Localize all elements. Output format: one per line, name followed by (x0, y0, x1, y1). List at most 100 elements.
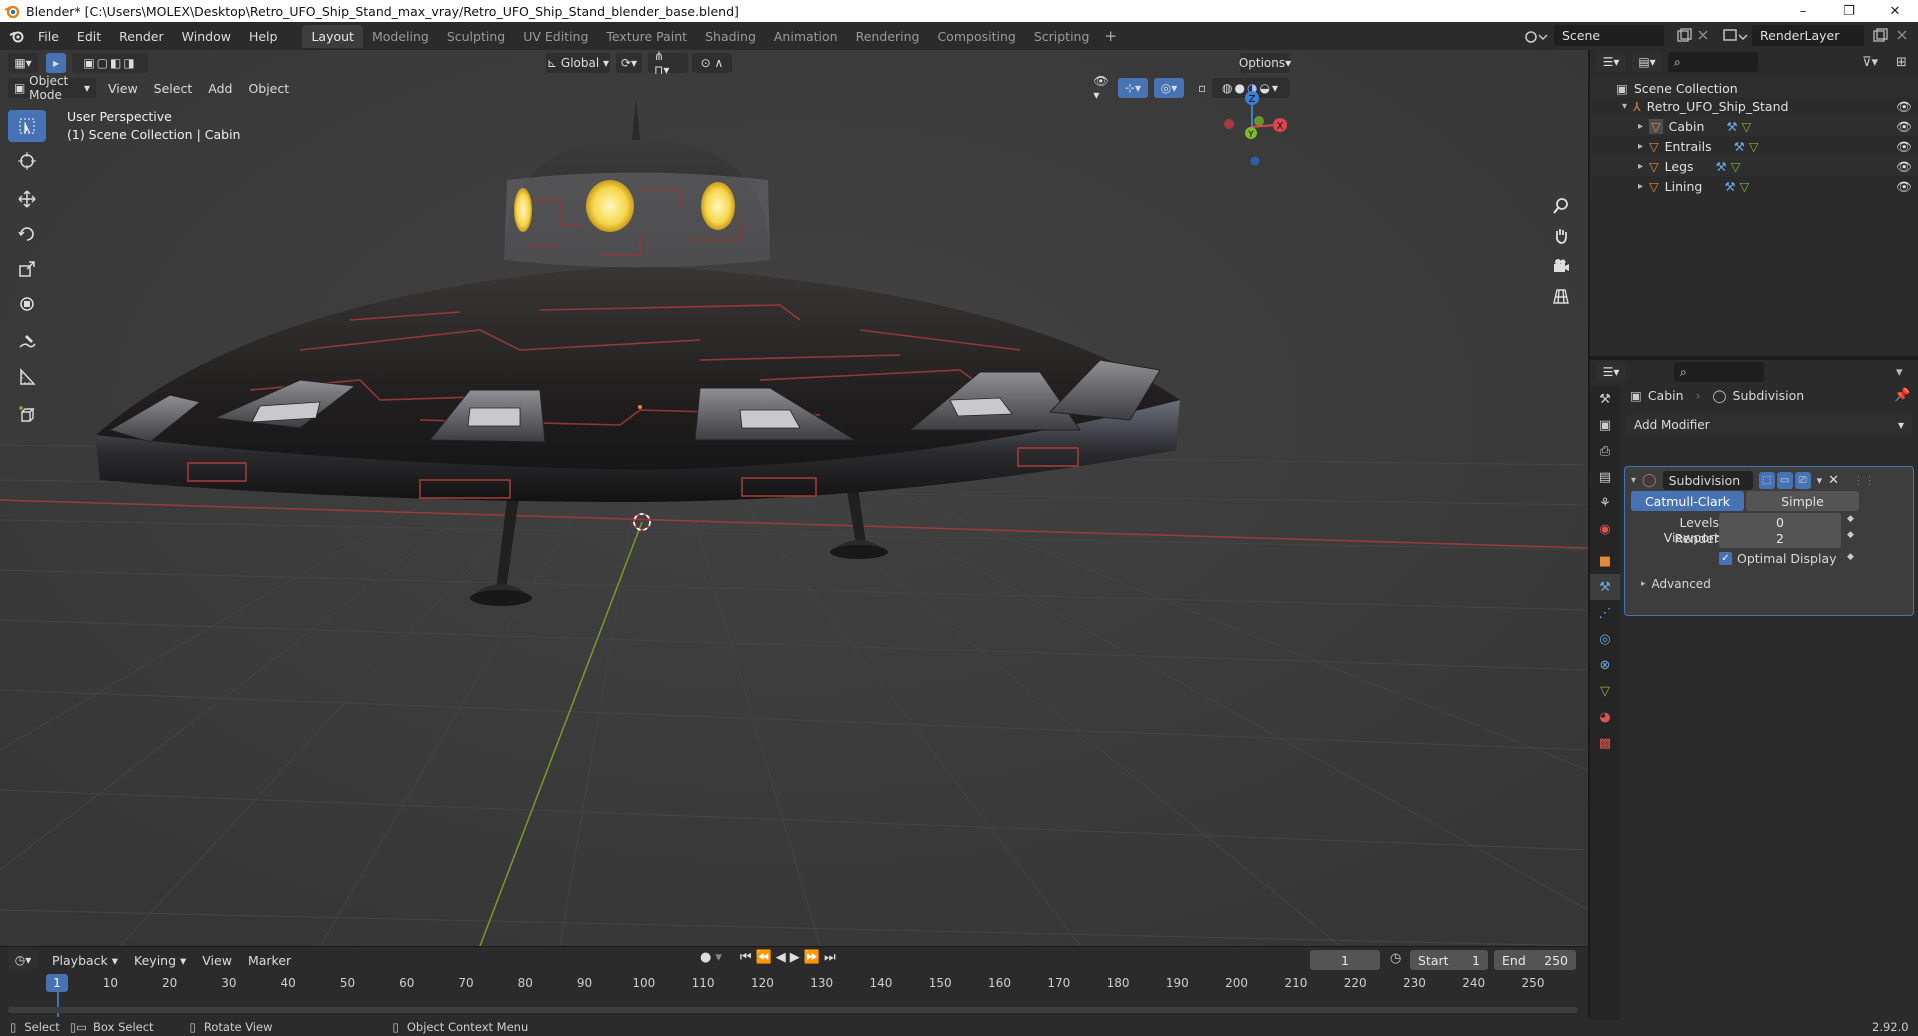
output-tab-icon[interactable]: ⎙ (1590, 438, 1620, 464)
visibility-eye-icon[interactable]: 👁 (1896, 179, 1912, 195)
constraints-tab-icon[interactable]: ⊗ (1590, 652, 1620, 678)
tab-rendering[interactable]: Rendering (847, 25, 929, 48)
timeline-menu-playback[interactable]: Playback ▾ (44, 953, 126, 968)
remove-modifier-icon[interactable]: ✕ (1828, 473, 1839, 488)
measure-tool[interactable] (8, 361, 46, 393)
modifier-name-field[interactable]: Subdivision (1662, 471, 1753, 490)
preview-range-icon[interactable]: ◷ (1390, 951, 1401, 966)
editor-type-icon[interactable]: ▦▾ (8, 53, 38, 73)
outliner-row-lining[interactable]: ▸ ▽ Lining ⚒ ▽ 👁 (1590, 176, 1918, 196)
expand-arrow-icon[interactable]: ▸ (1638, 161, 1643, 172)
jump-start-icon[interactable]: ⏮ (740, 950, 752, 965)
menu-edit[interactable]: Edit (68, 29, 110, 44)
tab-layout[interactable]: Layout (302, 24, 363, 48)
viewport-scene-render[interactable] (0, 50, 1588, 946)
render-levels-field[interactable]: 2 (1719, 529, 1841, 548)
outliner-row-entrails[interactable]: ▸ ▽ Entrails ⚒ ▽ 👁 (1590, 136, 1918, 156)
maximize-button[interactable]: ❐ (1826, 0, 1872, 22)
expand-arrow-icon[interactable]: ▸ (1638, 141, 1643, 152)
menu-file[interactable]: File (29, 29, 68, 44)
annotate-tool[interactable] (8, 326, 46, 358)
texture-tab-icon[interactable]: ▩ (1590, 730, 1620, 756)
render-toggle-icon[interactable]: ⎚ (1794, 472, 1811, 489)
jump-end-icon[interactable]: ⏭ (824, 950, 836, 965)
cursor-tool[interactable] (8, 145, 46, 177)
outliner-row-legs[interactable]: ▸ ▽ Legs ⚒ ▽ 👁 (1590, 156, 1918, 176)
tab-compositing[interactable]: Compositing (928, 25, 1024, 48)
data-tab-icon[interactable]: ▽ (1590, 678, 1620, 704)
new-collection-icon[interactable]: ⊞ (1896, 55, 1907, 70)
gizmo-neg-z[interactable] (1250, 156, 1260, 166)
render-tab-icon[interactable]: ▣ (1590, 412, 1620, 438)
keyframe-dot-icon[interactable]: ◆ (1847, 530, 1854, 540)
show-overlays-icon[interactable]: ◎▾ (1154, 78, 1184, 98)
blender-menu-icon[interactable] (9, 28, 25, 44)
visibility-selectability-icon[interactable]: 👁▾ (1088, 74, 1114, 102)
tab-modeling[interactable]: Modeling (363, 25, 438, 48)
playhead-frame-indicator[interactable]: 1 (46, 974, 68, 992)
transform-orientation-dropdown[interactable]: ⊾ Global ▾ (546, 53, 610, 73)
display-mode-icon[interactable]: ▤▾ (1632, 52, 1662, 72)
visibility-eye-icon[interactable]: 👁 (1896, 119, 1912, 135)
mesh-data-icon[interactable]: ▽ (1740, 179, 1750, 194)
modifier-wrench-icon[interactable]: ⚒ (1724, 179, 1735, 194)
show-gizmo-icon[interactable]: ⊹▾ (1118, 78, 1148, 98)
filter-icon[interactable]: ⊽▾ (1862, 55, 1878, 70)
timeline-menu-marker[interactable]: Marker (240, 953, 299, 968)
camera-view-button[interactable] (1547, 252, 1575, 280)
play-reverse-icon[interactable]: ◀ (776, 950, 786, 965)
viewport-menu-object[interactable]: Object (240, 81, 297, 96)
rotate-tool[interactable] (8, 218, 46, 250)
render-layer-new-remove-icon[interactable] (1872, 28, 1912, 44)
optimal-display-checkbox[interactable]: ✓ Optimal Display (1719, 551, 1837, 566)
modifier-extras-icon[interactable]: ▾ (1817, 474, 1823, 487)
outliner-row-collection[interactable]: ▾ ⅄ Retro_UFO_Ship_Stand 👁 (1590, 96, 1918, 116)
add-workspace-icon[interactable]: + (1104, 27, 1117, 45)
viewport-display-toggle-icon[interactable]: ▭ (1776, 472, 1793, 489)
render-layer-field[interactable]: RenderLayer (1752, 25, 1864, 46)
tab-texture-paint[interactable]: Texture Paint (597, 25, 696, 48)
modifier-wrench-icon[interactable]: ⚒ (1734, 139, 1745, 154)
drag-handle-icon[interactable]: ⋮⋮ (1853, 474, 1875, 487)
visibility-eye-icon[interactable]: 👁 (1896, 139, 1912, 155)
visibility-eye-icon[interactable]: 👁 (1896, 159, 1912, 175)
modifier-wrench-icon[interactable]: ⚒ (1716, 159, 1727, 174)
scene-new-copy-icon[interactable] (1676, 28, 1712, 44)
3d-viewport[interactable]: ▦▾ ▸ ▣▢◧◨ ⊾ Global ▾ ⟳▾ ⋔ ⊓▾ ⊙ ∧ Options… (0, 50, 1588, 946)
catmull-clark-button[interactable]: Catmull-Clark (1631, 491, 1744, 511)
outliner-editor-type-icon[interactable]: ☰▾ (1596, 52, 1626, 72)
view-layer-tab-icon[interactable]: ▤ (1590, 464, 1620, 490)
scale-tool[interactable] (8, 253, 46, 285)
mesh-data-icon[interactable]: ▽ (1742, 119, 1752, 134)
simple-button[interactable]: Simple (1746, 491, 1859, 511)
keyframe-dot-icon[interactable]: ◆ (1847, 552, 1854, 562)
edit-mode-toggle-icon[interactable]: ⬚ (1758, 472, 1775, 489)
zoom-view-button[interactable] (1547, 192, 1575, 220)
end-frame-field[interactable]: End 250 (1494, 950, 1576, 970)
advanced-subpanel-header[interactable]: ▸ Advanced (1641, 577, 1711, 591)
view-layer-icon[interactable] (1722, 27, 1750, 45)
object-tab-icon[interactable]: ■ (1590, 548, 1620, 574)
select-box-tool-icon[interactable]: ▸ (46, 53, 66, 73)
scene-tab-icon[interactable]: ⚘ (1590, 490, 1620, 516)
transform-tool[interactable] (8, 288, 46, 320)
collapse-arrow-icon[interactable]: ▾ (1631, 475, 1636, 486)
expand-arrow-icon[interactable]: ▾ (1622, 101, 1627, 112)
pan-view-button[interactable] (1547, 222, 1575, 250)
auto-keying-icon[interactable]: ● (700, 950, 711, 965)
timeline-ruler[interactable]: 1102030405060708090100110120130140150160… (0, 974, 1588, 994)
gizmo-neg-x[interactable] (1224, 119, 1234, 129)
orthographic-toggle-button[interactable] (1547, 282, 1575, 310)
viewport-menu-add[interactable]: Add (200, 81, 240, 96)
mesh-data-icon[interactable]: ▽ (1731, 159, 1741, 174)
menu-window[interactable]: Window (173, 29, 240, 44)
tab-uv-editing[interactable]: UV Editing (514, 25, 597, 48)
scene-name-field[interactable]: Scene (1554, 25, 1664, 46)
xray-toggle-icon[interactable]: ▫ (1192, 78, 1212, 98)
properties-search-field[interactable]: ⌕ (1674, 362, 1764, 382)
outliner-row-cabin[interactable]: ▸ ▽ Cabin ⚒ ▽ 👁 (1590, 116, 1918, 136)
keyframe-dot-icon[interactable]: ◆ (1847, 514, 1854, 524)
selection-mode-icons[interactable]: ▣▢◧◨ (72, 53, 148, 73)
timeline-scrollbar[interactable] (8, 1007, 1578, 1013)
close-window-button[interactable]: ✕ (1872, 0, 1918, 22)
